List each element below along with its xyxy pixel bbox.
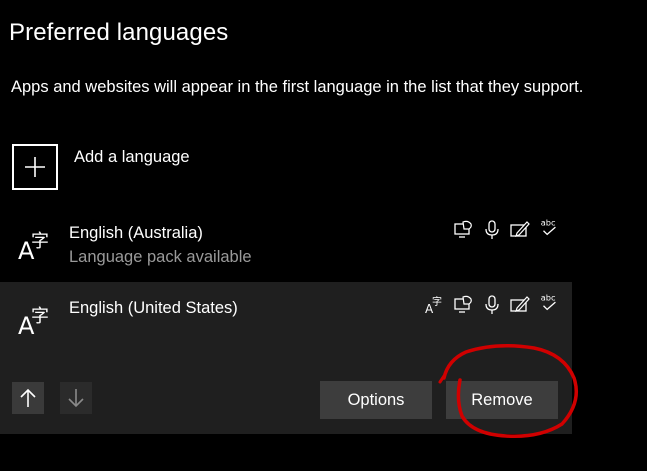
handwriting-icon [510, 296, 530, 312]
display-language-icon: A 字 [425, 295, 442, 316]
page-title: Preferred languages [9, 19, 229, 46]
spelling-icon: abc [541, 292, 556, 311]
language-name: English (Australia) [69, 224, 203, 242]
move-up-button[interactable] [12, 382, 44, 414]
arrow-down-icon [68, 389, 84, 408]
remove-button[interactable]: Remove [446, 381, 558, 419]
handwriting-icon [510, 221, 530, 237]
text-to-speech-icon [454, 295, 472, 313]
section-description: Apps and websites will appear in the fir… [11, 78, 584, 96]
microphone-icon [485, 295, 499, 314]
text-to-speech-icon [454, 220, 472, 238]
language-icon: A 字 [18, 306, 49, 340]
options-button[interactable]: Options [320, 381, 432, 419]
language-name: English (United States) [69, 299, 238, 317]
language-item-english-australia[interactable]: A 字 English (Australia) Language pack av… [0, 207, 572, 282]
move-down-button[interactable] [60, 382, 92, 414]
svg-text:字: 字 [432, 295, 442, 308]
add-language-label: Add a language [74, 148, 190, 166]
language-icon: A 字 [18, 231, 49, 265]
arrow-up-icon [20, 388, 36, 407]
add-language-button[interactable]: Add a language [12, 144, 312, 194]
svg-text:字: 字 [31, 306, 49, 327]
plus-icon [12, 144, 58, 190]
svg-text:字: 字 [31, 231, 49, 252]
svg-text:abc: abc [541, 292, 556, 302]
svg-text:abc: abc [541, 217, 556, 227]
language-status: Language pack available [69, 248, 252, 266]
language-item-english-united-states[interactable]: A 字 English (United States) A 字 abc Opti… [0, 282, 572, 434]
spelling-icon: abc [541, 217, 556, 236]
microphone-icon [485, 220, 499, 239]
